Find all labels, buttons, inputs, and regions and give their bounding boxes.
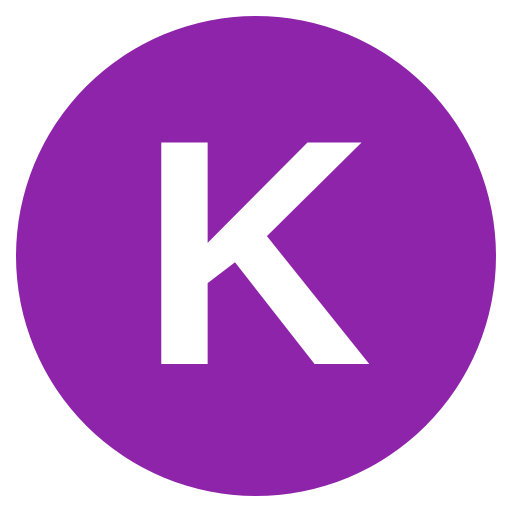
avatar-initial: K — [139, 74, 373, 433]
avatar: K — [16, 16, 496, 496]
avatar-canvas: K — [0, 0, 512, 512]
